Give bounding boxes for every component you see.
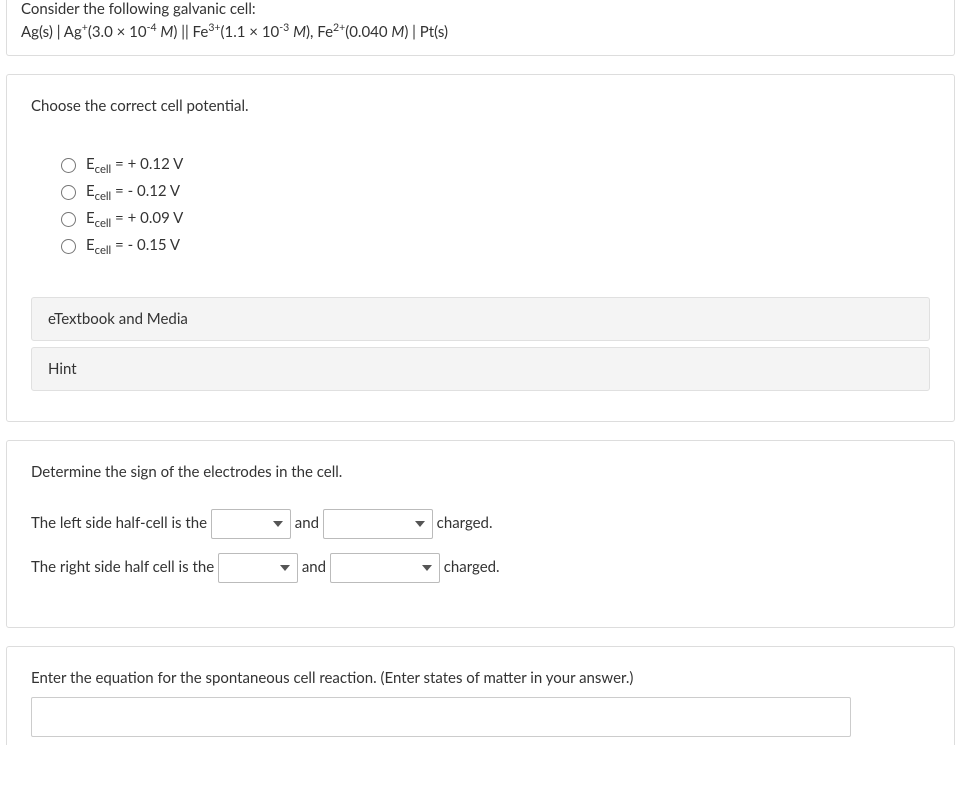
q3-panel: Enter the equation for the spontaneous c… — [6, 646, 955, 745]
q1-radio-1[interactable] — [61, 158, 76, 173]
q2-right-post: charged. — [444, 558, 500, 576]
q2-left-pre: The left side half-cell is the — [31, 514, 207, 532]
q2-right-charge-select[interactable] — [330, 553, 440, 583]
q2-right-electrode-select[interactable] — [218, 553, 298, 583]
q1-button-bar: eTextbook and Media Hint — [31, 297, 930, 391]
q2-left-mid: and — [295, 514, 319, 532]
q1-radio-2[interactable] — [61, 185, 76, 200]
q1-radio-3[interactable] — [61, 212, 76, 227]
q1-option-2: Ecell = - 0.12 V — [61, 182, 930, 203]
q2-prompt: Determine the sign of the electrodes in … — [31, 463, 930, 481]
q1-label-3: Ecell = + 0.09 V — [86, 209, 183, 230]
q2-left-post: charged. — [437, 514, 493, 532]
q1-label-2: Ecell = - 0.12 V — [86, 182, 180, 203]
q1-label-1: Ecell = + 0.12 V — [86, 155, 183, 176]
intro-line1: Consider the following galvanic cell: — [21, 0, 940, 18]
q2-left-electrode-select[interactable] — [211, 509, 291, 539]
q2-row-right: The right side half cell is the and char… — [31, 553, 930, 583]
q3-equation-input[interactable] — [31, 697, 851, 737]
q3-prompt: Enter the equation for the spontaneous c… — [31, 669, 930, 687]
q1-options: Ecell = + 0.12 V Ecell = - 0.12 V Ecell … — [31, 155, 930, 257]
q2-right-mid: and — [302, 558, 326, 576]
q1-radio-4[interactable] — [61, 239, 76, 254]
cell-notation: Ag(s) | Ag+(3.0 × 10-4 M) || Fe3+(1.1 × … — [21, 22, 940, 41]
q2-panel: Determine the sign of the electrodes in … — [6, 440, 955, 628]
q1-option-3: Ecell = + 0.09 V — [61, 209, 930, 230]
q2-right-pre: The right side half cell is the — [31, 558, 214, 576]
q2-row-left: The left side half-cell is the and charg… — [31, 509, 930, 539]
q1-label-4: Ecell = - 0.15 V — [86, 236, 180, 257]
q1-option-1: Ecell = + 0.12 V — [61, 155, 930, 176]
q1-panel: Choose the correct cell potential. Ecell… — [6, 74, 955, 422]
etextbook-button[interactable]: eTextbook and Media — [31, 297, 930, 341]
q1-option-4: Ecell = - 0.15 V — [61, 236, 930, 257]
intro-panel: Consider the following galvanic cell: Ag… — [6, 0, 955, 56]
q2-left-charge-select[interactable] — [323, 509, 433, 539]
q1-prompt: Choose the correct cell potential. — [31, 97, 930, 115]
hint-button[interactable]: Hint — [31, 347, 930, 391]
